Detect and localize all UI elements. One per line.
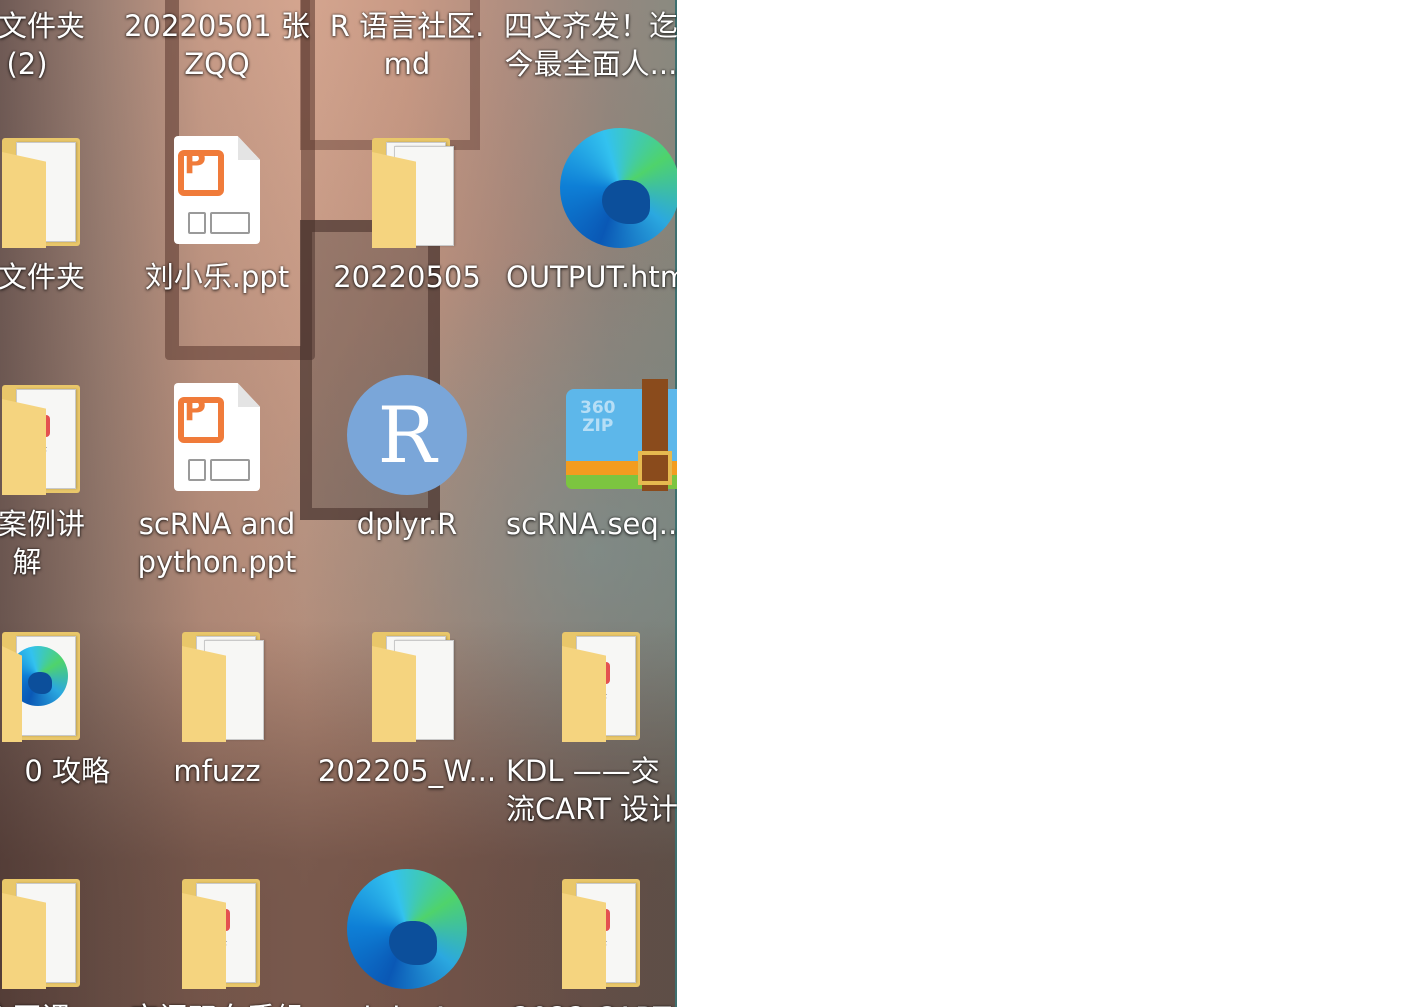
desktop-icon-label: 20220505 <box>333 260 481 294</box>
folder-icon <box>342 128 472 258</box>
desktop-wallpaper: 建文件夹 (2) 20220501 张 ZQQ R 语言社区. md 四文齐发！… <box>0 0 677 1007</box>
folder-icon <box>0 869 92 999</box>
desktop-icon-label: 学案例讲 解 <box>0 507 85 579</box>
folder-icon <box>0 622 92 752</box>
desktop-icon-folder[interactable]: mfuzz <box>122 622 312 790</box>
folder-icon <box>342 622 472 752</box>
ppt-file-icon: P <box>152 375 282 505</box>
desktop-icon-ppt[interactable]: P scRNA and python.ppt <box>122 375 312 581</box>
desktop-icon-label: OUTPUT.htm <box>506 260 677 294</box>
desktop-icon-zip[interactable]: 360 ZIP scRNA.seq... <box>502 375 677 543</box>
desktop-icon-label[interactable]: R 语言社区. md <box>312 7 502 83</box>
blank-area <box>677 0 1402 1007</box>
edge-browser-icon <box>342 869 472 999</box>
pdf-folder-icon: PDF <box>532 869 662 999</box>
desktop-icon-label: scRNA.seq... <box>506 507 677 541</box>
desktop-icon-label: 2022 CART <box>502 999 677 1007</box>
pdf-folder-icon: PDF <box>532 622 662 752</box>
desktop-icon-folder[interactable]: 20220505 <box>312 128 502 296</box>
zip-archive-icon: 360 ZIP <box>532 375 677 505</box>
desktop-icon-folder[interactable]: 202205_W... <box>312 622 502 790</box>
desktop-icon-label[interactable]: 四文齐发！迄 今最全面人... <box>496 7 677 83</box>
r-script-icon: R <box>342 375 472 505</box>
desktop-icon-folder[interactable]: PDF 学案例讲 解 <box>0 375 122 581</box>
desktop-icon-label: 会开课 <box>0 999 122 1007</box>
desktop-icon-label[interactable]: 建文件夹 (2) <box>0 7 122 83</box>
desktop-icon-folder[interactable]: PDF 空间双向质组 <box>122 869 312 1007</box>
desktop-icon-folder[interactable]: 会开课 <box>0 869 122 1007</box>
zip-badge-text: 360 ZIP <box>580 398 616 436</box>
desktop-icon-label: dplyr.R <box>356 507 458 541</box>
folder-icon <box>0 128 92 258</box>
ppt-file-icon: P <box>152 128 282 258</box>
r-letter: R <box>377 391 437 481</box>
pdf-folder-icon: PDF <box>152 869 282 999</box>
desktop-icon-folder[interactable]: PDF KDL ——交 流CART 设计 <box>502 622 677 828</box>
desktop-icon-label: 刘小乐.ppt <box>144 260 290 294</box>
desktop-icon-label: 202205_W... <box>317 754 497 788</box>
desktop-icon-label: hdw.A <box>312 999 502 1007</box>
desktop-icon-html[interactable]: hdw.A <box>312 869 502 1007</box>
desktop-icon-label: 建文件夹 <box>0 260 85 294</box>
desktop-icon-label[interactable]: 20220501 张 ZQQ <box>122 7 312 83</box>
folder-icon <box>152 622 282 752</box>
desktop-icon-folder[interactable]: PDF 2022 CART <box>502 869 677 1007</box>
desktop-icon-folder[interactable]: 建文件夹 <box>0 128 122 296</box>
desktop-icon-folder[interactable]: 0 攻略 <box>0 622 122 790</box>
pdf-folder-icon: PDF <box>0 375 92 505</box>
desktop-icon-label: scRNA and python.ppt <box>137 507 297 579</box>
desktop-icon-label: mfuzz <box>173 754 261 788</box>
desktop-icon-rscript[interactable]: R dplyr.R <box>312 375 502 543</box>
desktop-icon-html[interactable]: OUTPUT.htm <box>502 128 677 296</box>
desktop-icon-label: KDL ——交 流CART 设计 <box>506 754 677 826</box>
edge-browser-icon <box>532 128 677 258</box>
desktop-icon-ppt[interactable]: P 刘小乐.ppt <box>122 128 312 296</box>
desktop-icon-label: 空间双向质组 <box>122 999 312 1007</box>
desktop-icon-label: 0 攻略 <box>24 754 110 788</box>
